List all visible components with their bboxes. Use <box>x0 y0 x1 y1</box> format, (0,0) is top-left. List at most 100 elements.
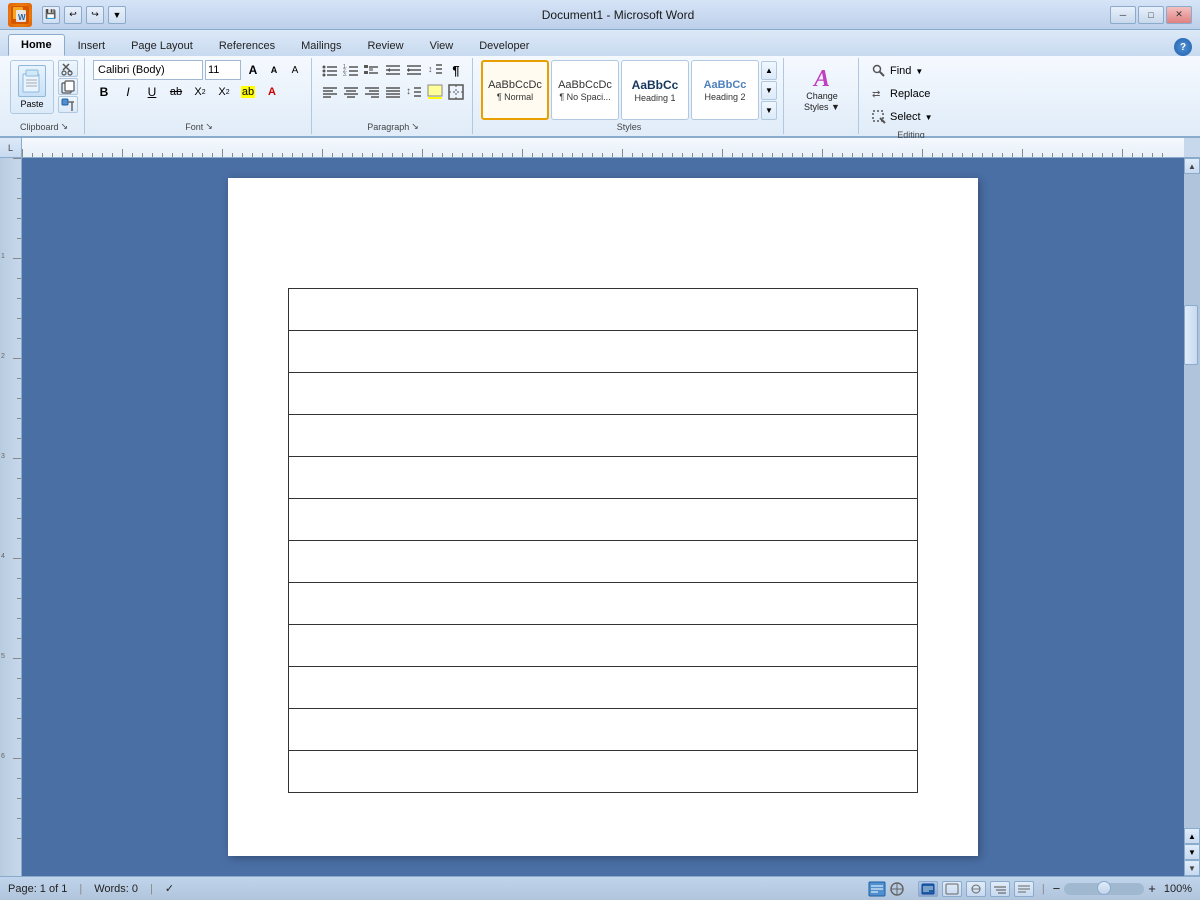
multilevel-list-button[interactable] <box>362 60 382 80</box>
undo-button[interactable]: ↩ <box>64 6 82 24</box>
align-center-button[interactable] <box>341 82 361 102</box>
close-button[interactable]: ✕ <box>1166 6 1192 24</box>
subscript-button[interactable]: X2 <box>189 82 211 102</box>
underline-button[interactable]: U <box>141 82 163 102</box>
scroll-size-btn-2[interactable]: ▼ <box>1184 844 1200 860</box>
help-icon[interactable]: ? <box>1174 38 1192 56</box>
paragraph-expand-icon[interactable]: ↘ <box>411 121 419 132</box>
line-spacing-button[interactable]: ↕ <box>404 82 424 102</box>
replace-button[interactable]: ⇄ Replace <box>867 83 935 105</box>
scroll-up-arrow[interactable]: ▲ <box>1184 158 1200 174</box>
web-layout-view-button[interactable] <box>966 881 986 897</box>
table-cell[interactable] <box>289 667 918 709</box>
select-button[interactable]: Select ▼ <box>867 106 938 128</box>
tab-home[interactable]: Home <box>8 34 65 56</box>
shrink-font-button[interactable]: A <box>264 60 284 80</box>
document-table[interactable] <box>288 288 918 793</box>
justify-button[interactable] <box>383 82 403 102</box>
tab-developer[interactable]: Developer <box>466 34 542 56</box>
scroll-thumb[interactable] <box>1184 305 1198 365</box>
table-cell[interactable] <box>289 415 918 457</box>
tab-page-layout[interactable]: Page Layout <box>118 34 206 56</box>
format-painter-button[interactable] <box>58 96 78 113</box>
draft-view-button[interactable] <box>1014 881 1034 897</box>
table-row[interactable] <box>289 541 918 583</box>
text-highlight-button[interactable]: ab <box>237 82 259 102</box>
show-formatting-marks-button[interactable]: ¶ <box>446 60 466 80</box>
decrease-indent-button[interactable] <box>383 60 403 80</box>
table-cell[interactable] <box>289 751 918 793</box>
font-size-input[interactable] <box>205 60 241 80</box>
tab-insert[interactable]: Insert <box>65 34 119 56</box>
borders-button[interactable] <box>446 82 466 102</box>
table-row[interactable] <box>289 289 918 331</box>
font-family-input[interactable] <box>93 60 203 80</box>
zoom-slider[interactable] <box>1064 883 1144 895</box>
find-button[interactable]: Find ▼ <box>867 60 928 82</box>
scroll-track[interactable] <box>1184 174 1200 828</box>
tab-view[interactable]: View <box>417 34 467 56</box>
font-color-button[interactable]: A <box>261 82 283 102</box>
sort-button[interactable]: ↕ <box>425 60 445 80</box>
print-layout-view-button[interactable] <box>918 881 938 897</box>
spelling-check-icon[interactable]: ✓ <box>165 882 174 895</box>
table-row[interactable] <box>289 583 918 625</box>
zoom-thumb[interactable] <box>1097 881 1111 895</box>
strikethrough-button[interactable]: ab <box>165 82 187 102</box>
office-logo[interactable]: W <box>8 3 32 27</box>
full-screen-view-button[interactable] <box>942 881 962 897</box>
table-row[interactable] <box>289 751 918 793</box>
ruler-corner-button[interactable]: L <box>0 138 22 157</box>
table-cell[interactable] <box>289 331 918 373</box>
numbered-list-button[interactable]: 1. 2. 3. <box>341 60 361 80</box>
cut-button[interactable] <box>58 60 78 77</box>
font-expand-icon[interactable]: ↘ <box>205 121 213 132</box>
superscript-button[interactable]: X2 <box>213 82 235 102</box>
increase-indent-button[interactable] <box>404 60 424 80</box>
document-area[interactable] <box>22 158 1184 876</box>
tab-references[interactable]: References <box>206 34 288 56</box>
style-heading1[interactable]: AaBbCc Heading 1 <box>621 60 689 120</box>
table-row[interactable] <box>289 625 918 667</box>
outline-view-button[interactable] <box>990 881 1010 897</box>
style-no-spacing[interactable]: AaBbCcDc ¶ No Spaci... <box>551 60 619 120</box>
copy-button[interactable] <box>58 78 78 95</box>
table-row[interactable] <box>289 667 918 709</box>
align-left-button[interactable] <box>320 82 340 102</box>
table-row[interactable] <box>289 415 918 457</box>
table-row[interactable] <box>289 373 918 415</box>
style-scroll-up-button[interactable]: ▲ <box>761 61 777 80</box>
bold-button[interactable]: B <box>93 82 115 102</box>
scroll-size-btn-1[interactable]: ▲ <box>1184 828 1200 844</box>
table-row[interactable] <box>289 709 918 751</box>
italic-button[interactable]: I <box>117 82 139 102</box>
table-cell[interactable] <box>289 583 918 625</box>
grow-font-button[interactable]: A <box>243 60 263 80</box>
customize-qat-button[interactable]: ▼ <box>108 6 126 24</box>
redo-button[interactable]: ↪ <box>86 6 104 24</box>
table-row[interactable] <box>289 499 918 541</box>
change-styles-button[interactable]: A ChangeStyles ▼ <box>792 65 852 115</box>
zoom-out-button[interactable]: − <box>1053 881 1061 896</box>
table-cell[interactable] <box>289 373 918 415</box>
style-scroll-down-button[interactable]: ▼ <box>761 81 777 100</box>
shading-button[interactable] <box>425 82 445 102</box>
tab-review[interactable]: Review <box>354 34 416 56</box>
clear-formatting-button[interactable]: A <box>285 60 305 80</box>
table-cell[interactable] <box>289 541 918 583</box>
style-more-button[interactable]: ▼ <box>761 101 777 120</box>
table-cell[interactable] <box>289 709 918 751</box>
table-cell[interactable] <box>289 625 918 667</box>
clipboard-expand-icon[interactable]: ↘ <box>60 121 68 132</box>
table-row[interactable] <box>289 457 918 499</box>
scroll-down-arrow[interactable]: ▼ <box>1184 860 1200 876</box>
document-page[interactable] <box>228 178 978 856</box>
table-row[interactable] <box>289 331 918 373</box>
align-right-button[interactable] <box>362 82 382 102</box>
bullet-list-button[interactable] <box>320 60 340 80</box>
style-heading2[interactable]: AaBbCc Heading 2 <box>691 60 759 120</box>
vertical-scrollbar[interactable]: ▲ ▲ ▼ ▼ <box>1184 158 1200 876</box>
zoom-in-button[interactable]: + <box>1148 881 1156 896</box>
paste-button[interactable]: Paste <box>10 60 54 114</box>
save-button[interactable]: 💾 <box>42 6 60 24</box>
